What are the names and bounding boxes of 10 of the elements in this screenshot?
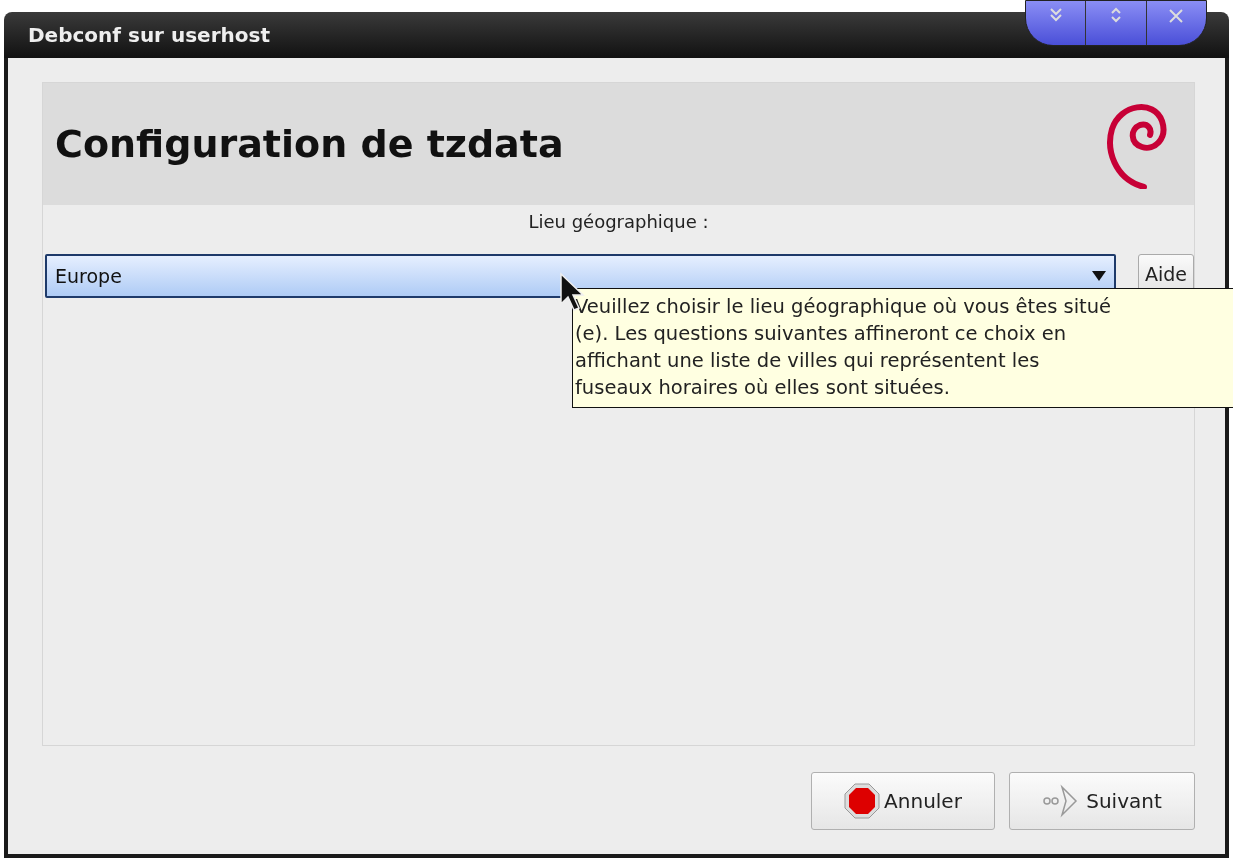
close-icon[interactable] [1167, 7, 1186, 25]
next-button[interactable]: Suivant [1009, 772, 1195, 830]
minimize-icon[interactable] [1047, 7, 1064, 23]
page-title: Configuration de tzdata [55, 122, 564, 166]
maximize-icon[interactable] [1108, 7, 1124, 23]
caret-icon [1091, 271, 1106, 281]
stop-icon [844, 783, 881, 819]
field-label: Lieu géographique : [528, 211, 709, 232]
cancel-button[interactable]: Annuler [811, 772, 995, 830]
window-title: Debconf sur userhost [28, 23, 270, 47]
